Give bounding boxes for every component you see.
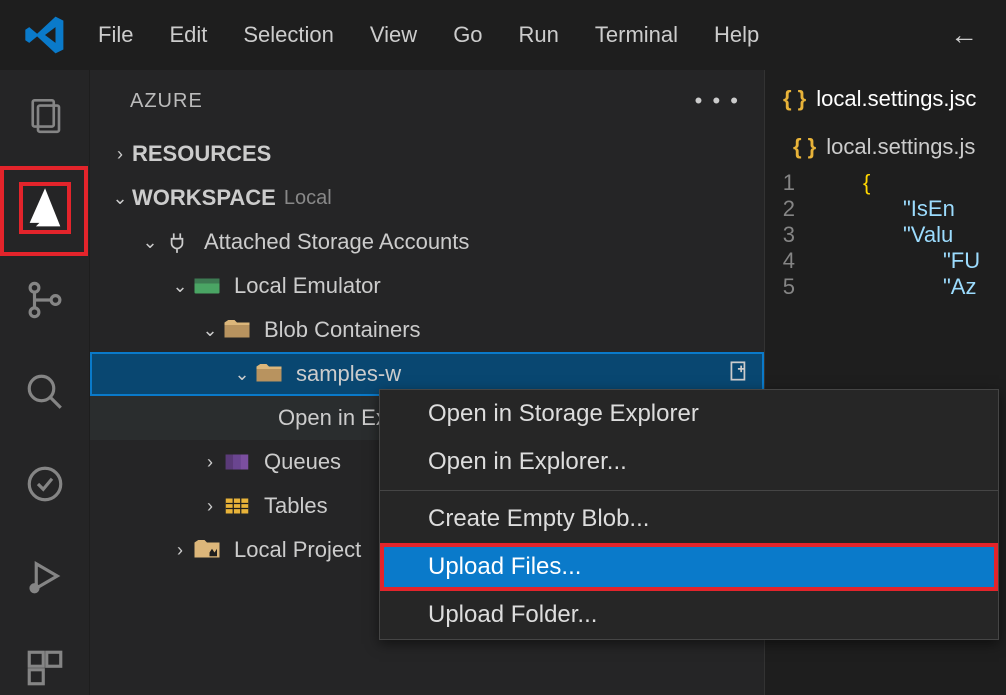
activity-bar bbox=[0, 70, 90, 695]
plug-icon bbox=[162, 229, 192, 255]
local-emulator-label: Local Emulator bbox=[234, 273, 381, 299]
code-line: { bbox=[813, 170, 870, 196]
chevron-down-icon: ⌄ bbox=[168, 276, 192, 297]
editor-tab[interactable]: { } local.settings.jsc bbox=[765, 70, 1006, 128]
editor-tab-name: local.settings.jsc bbox=[816, 86, 976, 112]
resources-section[interactable]: › RESOURCES bbox=[90, 132, 764, 176]
more-actions-icon[interactable]: • • • bbox=[695, 88, 740, 114]
code-line: "IsEn bbox=[813, 196, 955, 222]
vscode-logo-icon bbox=[24, 14, 66, 56]
menu-go[interactable]: Go bbox=[435, 14, 500, 56]
line-number: 1 bbox=[765, 170, 813, 196]
resources-label: RESOURCES bbox=[132, 141, 271, 167]
cm-upload-files[interactable]: Upload Files... bbox=[380, 543, 998, 591]
local-project-label: Local Project bbox=[234, 537, 361, 563]
workspace-section[interactable]: ⌄ WORKSPACE Local bbox=[90, 176, 764, 220]
new-file-icon[interactable] bbox=[726, 358, 752, 390]
blob-containers-label: Blob Containers bbox=[264, 317, 421, 343]
chevron-down-icon: ⌄ bbox=[138, 232, 162, 253]
context-menu: Open in Storage Explorer Open in Explore… bbox=[379, 389, 999, 640]
workspace-label: WORKSPACE bbox=[132, 185, 276, 211]
line-number: 2 bbox=[765, 196, 813, 222]
line-number: 4 bbox=[765, 248, 813, 274]
menubar: File Edit Selection View Go Run Terminal… bbox=[80, 14, 777, 56]
menu-terminal[interactable]: Terminal bbox=[577, 14, 696, 56]
project-folder-icon bbox=[192, 537, 222, 563]
cm-open-storage-explorer[interactable]: Open in Storage Explorer bbox=[380, 390, 998, 438]
sidebar-title: AZURE bbox=[130, 90, 203, 113]
chevron-right-icon: › bbox=[108, 144, 132, 165]
line-number: 5 bbox=[765, 274, 813, 300]
local-emulator-node[interactable]: ⌄ Local Emulator bbox=[90, 264, 764, 308]
tables-icon bbox=[222, 493, 252, 519]
cm-create-empty-blob[interactable]: Create Empty Blob... bbox=[380, 495, 998, 543]
code-editor[interactable]: 1{ 2"IsEn 3"Valu 4"FU 5"Az bbox=[765, 166, 1006, 300]
chevron-down-icon: ⌄ bbox=[108, 188, 132, 209]
folder-icon bbox=[222, 317, 252, 343]
queues-label: Queues bbox=[264, 449, 341, 475]
debug-activity-icon[interactable] bbox=[19, 550, 71, 602]
chevron-down-icon: ⌄ bbox=[230, 364, 254, 385]
menu-edit[interactable]: Edit bbox=[151, 14, 225, 56]
menu-selection[interactable]: Selection bbox=[225, 14, 352, 56]
chevron-right-icon: › bbox=[198, 496, 222, 517]
menu-help[interactable]: Help bbox=[696, 14, 777, 56]
attached-storage-label: Attached Storage Accounts bbox=[204, 229, 469, 255]
breadcrumb[interactable]: { } local.settings.js bbox=[765, 128, 1006, 166]
test-activity-icon[interactable] bbox=[19, 458, 71, 510]
samples-container-label: samples-w bbox=[296, 361, 401, 387]
code-line: "Az bbox=[813, 274, 976, 300]
storage-account-icon bbox=[192, 273, 222, 299]
cm-upload-folder[interactable]: Upload Folder... bbox=[380, 591, 998, 639]
folder-icon bbox=[254, 361, 284, 387]
azure-activity-highlight bbox=[0, 166, 88, 256]
menu-separator bbox=[380, 490, 998, 491]
menu-view[interactable]: View bbox=[352, 14, 435, 56]
code-line: "Valu bbox=[813, 222, 953, 248]
blob-containers-node[interactable]: ⌄ Blob Containers bbox=[90, 308, 764, 352]
extensions-activity-icon[interactable] bbox=[19, 642, 71, 694]
menu-file[interactable]: File bbox=[80, 14, 151, 56]
workspace-sublabel: Local bbox=[284, 187, 332, 210]
cm-open-explorer[interactable]: Open in Explorer... bbox=[380, 438, 998, 486]
back-arrow-icon[interactable]: ← bbox=[932, 11, 996, 59]
json-file-icon: { } bbox=[783, 86, 806, 112]
queues-icon bbox=[222, 449, 252, 475]
chevron-right-icon: › bbox=[198, 452, 222, 473]
chevron-down-icon: ⌄ bbox=[198, 320, 222, 341]
explorer-activity-icon[interactable] bbox=[19, 90, 71, 142]
code-line: "FU bbox=[813, 248, 980, 274]
menu-run[interactable]: Run bbox=[501, 14, 577, 56]
line-number: 3 bbox=[765, 222, 813, 248]
chevron-right-icon: › bbox=[168, 540, 192, 561]
tables-label: Tables bbox=[264, 493, 328, 519]
source-control-activity-icon[interactable] bbox=[19, 274, 71, 326]
json-file-icon: { } bbox=[793, 134, 816, 160]
breadcrumb-label: local.settings.js bbox=[826, 134, 975, 160]
search-activity-icon[interactable] bbox=[19, 366, 71, 418]
attached-storage-node[interactable]: ⌄ Attached Storage Accounts bbox=[90, 220, 764, 264]
